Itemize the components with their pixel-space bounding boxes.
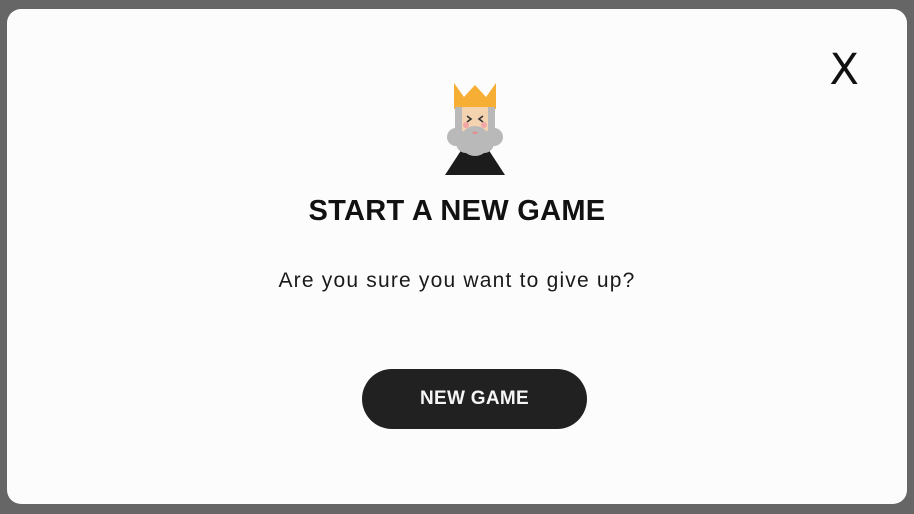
king-avatar-icon xyxy=(445,83,505,175)
new-game-dialog: X START A NEW GAME Are you sure you want… xyxy=(7,9,907,504)
dialog-message: Are you sure you want to give up? xyxy=(278,269,636,292)
new-game-button[interactable]: NEW GAME xyxy=(362,369,587,429)
close-button[interactable]: X xyxy=(830,49,859,92)
dialog-title: START A NEW GAME xyxy=(308,195,606,227)
